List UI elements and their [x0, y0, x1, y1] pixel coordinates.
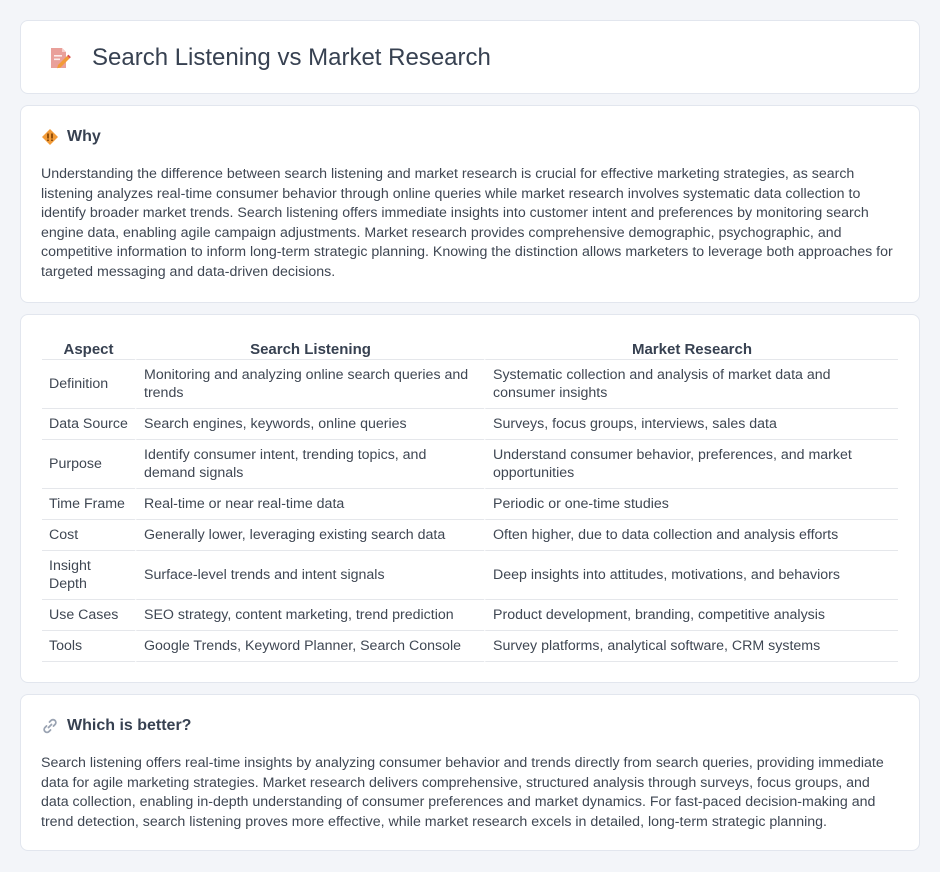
table-row: Purpose Identify consumer intent, trendi…: [42, 440, 898, 489]
comparison-section: Aspect Search Listening Market Research …: [20, 314, 920, 683]
column-header-search-listening: Search Listening: [135, 336, 484, 360]
market-research-cell: Product development, branding, competiti…: [484, 600, 898, 631]
search-listening-cell: Identify consumer intent, trending topic…: [135, 440, 484, 489]
market-research-cell: Periodic or one-time studies: [484, 489, 898, 520]
document-pencil-icon: [51, 48, 71, 69]
aspect-cell: Time Frame: [42, 489, 135, 520]
title-card: Search Listening vs Market Research: [20, 20, 920, 94]
market-research-cell: Systematic collection and analysis of ma…: [484, 360, 898, 409]
search-listening-cell: Monitoring and analyzing online search q…: [135, 360, 484, 409]
better-heading: Which is better?: [41, 717, 191, 735]
page-title: Search Listening vs Market Research: [92, 44, 491, 71]
table-row: Tools Google Trends, Keyword Planner, Se…: [42, 631, 898, 662]
search-listening-cell: Search engines, keywords, online queries: [135, 409, 484, 440]
market-research-cell: Deep insights into attitudes, motivation…: [484, 551, 898, 600]
search-listening-cell: Generally lower, leveraging existing sea…: [135, 520, 484, 551]
comparison-table: Aspect Search Listening Market Research …: [42, 336, 898, 662]
better-body: Search listening offers real-time insigh…: [41, 755, 884, 830]
aspect-cell: Purpose: [42, 440, 135, 489]
table-row: Cost Generally lower, leveraging existin…: [42, 520, 898, 551]
table-row: Definition Monitoring and analyzing onli…: [42, 360, 898, 409]
table-row: Insight Depth Surface-level trends and i…: [42, 551, 898, 600]
which-is-better-section: Which is better? Search listening offers…: [20, 694, 920, 851]
aspect-cell: Definition: [42, 360, 135, 409]
market-research-cell: Understand consumer behavior, preference…: [484, 440, 898, 489]
aspect-cell: Use Cases: [42, 600, 135, 631]
aspect-cell: Data Source: [42, 409, 135, 440]
market-research-cell: Survey platforms, analytical software, C…: [484, 631, 898, 662]
link-icon: [43, 718, 57, 734]
column-header-market-research: Market Research: [484, 336, 898, 360]
why-section: Why Understanding the difference between…: [20, 105, 920, 303]
search-listening-cell: Google Trends, Keyword Planner, Search C…: [135, 631, 484, 662]
table-row: Use Cases SEO strategy, content marketin…: [42, 600, 898, 631]
search-listening-cell: SEO strategy, content marketing, trend p…: [135, 600, 484, 631]
market-research-cell: Surveys, focus groups, interviews, sales…: [484, 409, 898, 440]
search-listening-cell: Real-time or near real-time data: [135, 489, 484, 520]
why-body: Understanding the difference between sea…: [41, 166, 893, 280]
table-row: Data Source Search engines, keywords, on…: [42, 409, 898, 440]
table-row: Time Frame Real-time or near real-time d…: [42, 489, 898, 520]
aspect-cell: Cost: [42, 520, 135, 551]
search-listening-cell: Surface-level trends and intent signals: [135, 551, 484, 600]
column-header-aspect: Aspect: [42, 336, 135, 360]
why-heading: Why: [41, 128, 101, 146]
diamond-warning-icon: [42, 129, 58, 145]
why-title: Why: [67, 128, 101, 145]
aspect-cell: Insight Depth: [42, 551, 135, 600]
market-research-cell: Often higher, due to data collection and…: [484, 520, 898, 551]
aspect-cell: Tools: [42, 631, 135, 662]
better-title: Which is better?: [67, 717, 192, 734]
table-header-row: Aspect Search Listening Market Research: [42, 336, 898, 360]
